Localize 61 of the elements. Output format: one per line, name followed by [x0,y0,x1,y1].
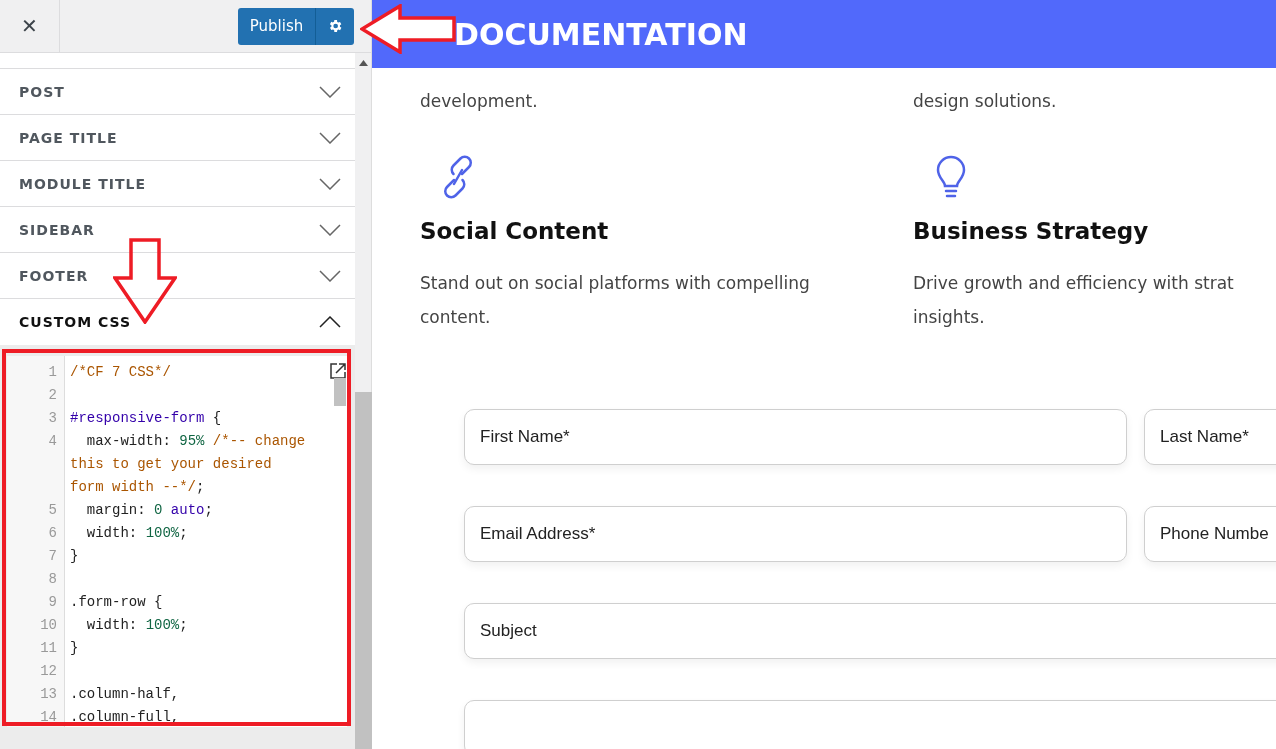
line-number: 9 [47,593,57,612]
feature-heading: Business Strategy [913,217,1150,246]
code-line: } [70,547,80,566]
line-number: 7 [47,547,57,566]
line-number: 6 [47,524,57,543]
line-number: 8 [47,570,57,589]
feature-heading: Social Content [420,217,610,246]
line-number: 10 [39,616,57,635]
code-line: /*CF 7 CSS*/ [70,363,172,382]
scroll-up-icon[interactable] [359,60,368,66]
line-number: 4 [47,432,57,451]
input-field[interactable]: Last Name* [1144,409,1276,465]
publish-button[interactable]: Publish [238,7,316,45]
line-number: 5 [47,501,57,520]
line-number: 13 [39,685,57,704]
close-button[interactable]: ✕ [0,0,60,53]
section-header[interactable]: PAGE TITLE [0,115,355,161]
code-line: .column-half, [70,685,181,704]
chevron-down-icon [319,131,341,144]
expand-icon[interactable] [329,362,347,380]
section-header[interactable]: POST [0,69,355,115]
line-number: 3 [47,409,57,428]
paragraph: design solutions. [913,90,1058,113]
scrollbar-thumb[interactable] [355,392,372,749]
settings-button[interactable] [316,7,354,45]
banner-title: DOCUMENTATION [454,16,748,52]
input-field[interactable]: Subject [464,603,1276,659]
code-line: margin: 0 auto; [85,501,214,520]
code-line: #responsive-form { [70,409,223,428]
code-line: width: 100%; [85,616,189,635]
chevron-down-icon [319,177,341,190]
settings-icon [327,18,343,34]
paragraph-line: insights. [913,306,986,329]
line-number: 14 [39,708,57,727]
paragraph-line: Drive growth and efficiency with strat [913,272,1235,295]
line-number: 1 [47,363,57,382]
input-field[interactable]: Email Address* [464,506,1127,562]
chevron-down-icon [319,223,341,236]
paragraph-line: Stand out on social platforms with compelling [420,272,811,295]
left-arrow-icon [360,4,456,54]
chevron-down-icon [319,85,341,98]
paragraph: development. [420,90,539,113]
code-line: max-width: 95% /*-- change this to get your desired form width --*/; [70,432,307,497]
code-line: .column-full, [70,708,181,727]
section-header[interactable]: SIDEBAR [0,207,355,253]
chevron-down-icon [319,269,341,282]
message-field[interactable] [464,700,1276,749]
line-number: 11 [39,639,57,658]
code-line: width: 100%; [85,524,189,543]
chevron-up-icon [319,316,341,328]
paragraph-line: content. [420,306,492,329]
code-line: .form-row { [70,593,164,612]
line-number: 12 [39,662,57,681]
section-header[interactable]: FOOTER [0,253,355,299]
input-field[interactable]: First Name* [464,409,1127,465]
section-header[interactable]: MODULE TITLE [0,161,355,207]
scrollbar[interactable] [334,378,346,406]
line-number: 2 [47,386,57,405]
input-field[interactable]: Phone Numbe [1144,506,1276,562]
section-header[interactable]: CUSTOM CSS [0,299,355,345]
code-line: } [70,639,80,658]
